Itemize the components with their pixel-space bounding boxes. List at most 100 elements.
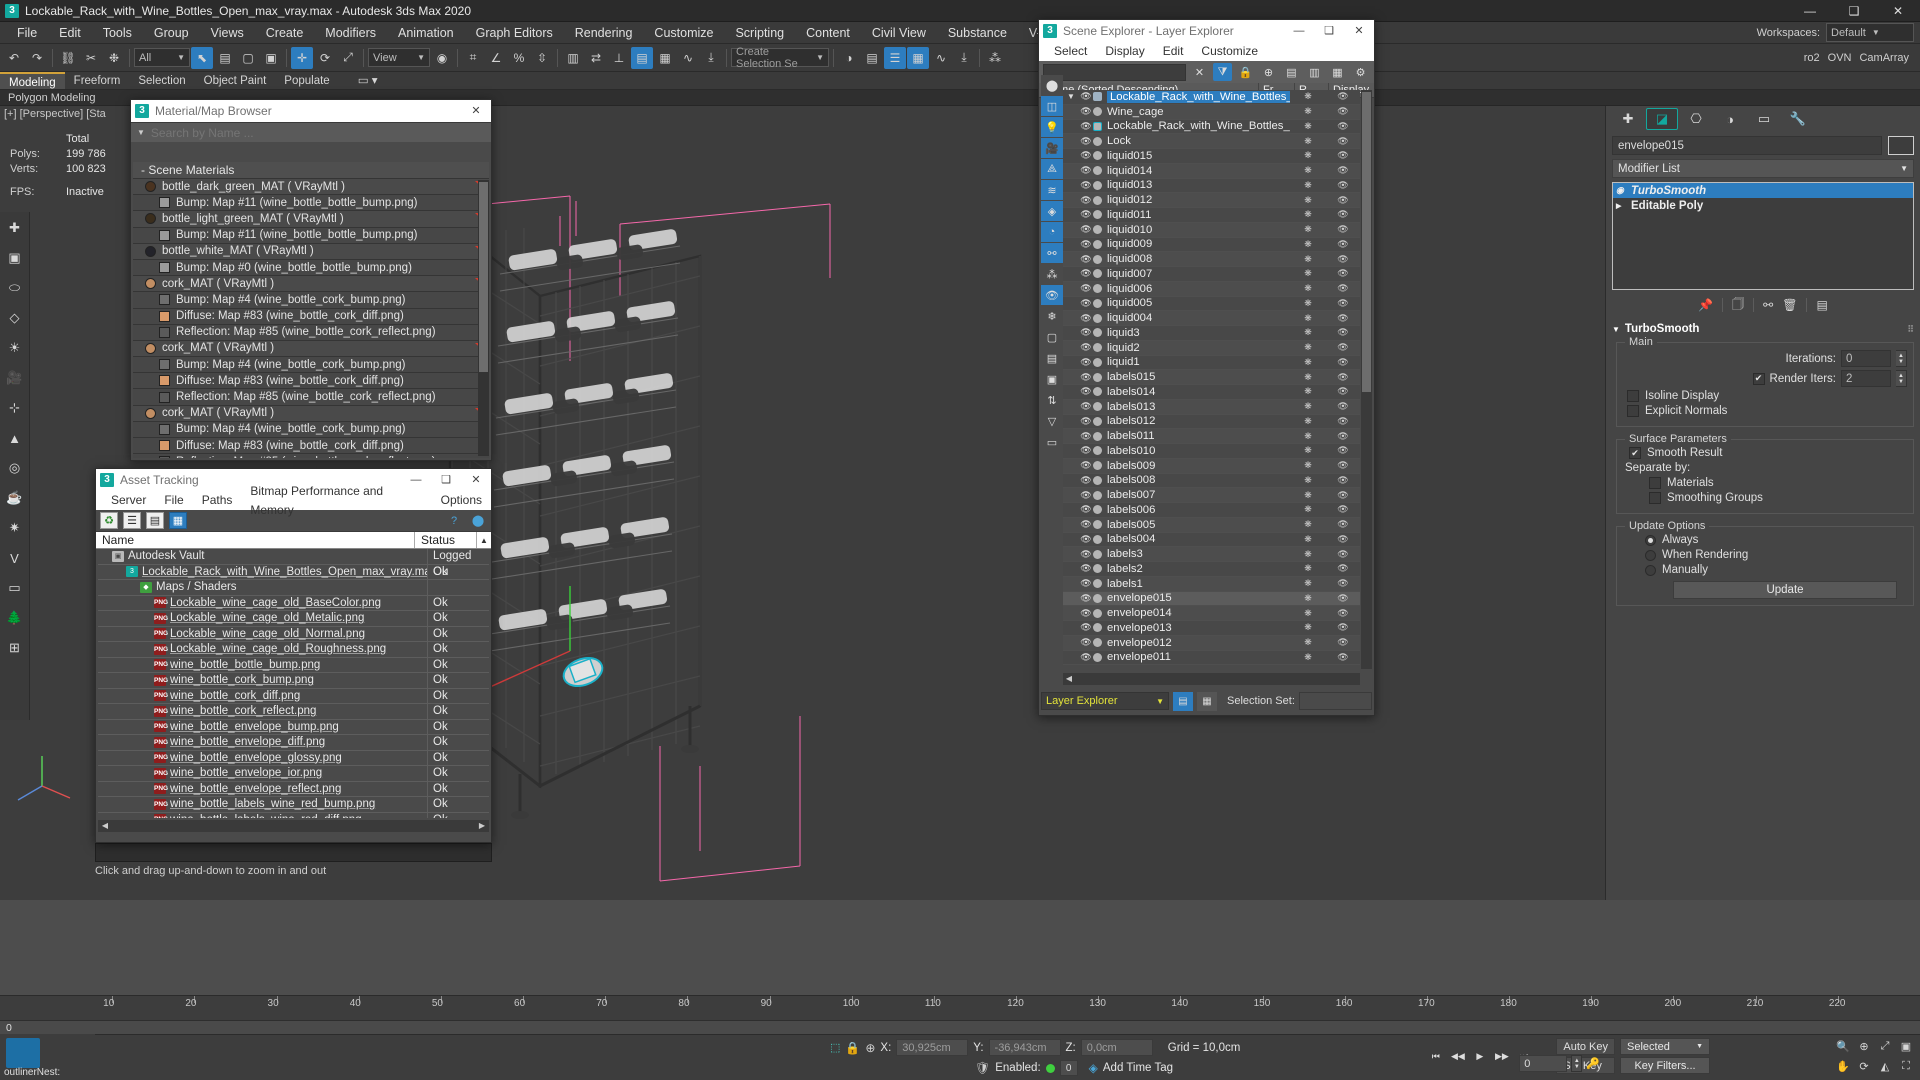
track-bar[interactable]: 0 bbox=[0, 1020, 1920, 1034]
curve-editor-icon[interactable]: ∿ bbox=[677, 47, 699, 69]
render-iters-stepper[interactable]: ▲▼ bbox=[1896, 370, 1907, 387]
scene-converter-icon[interactable]: ⁂ bbox=[984, 47, 1006, 69]
filter-icon[interactable]: ⧩ bbox=[1213, 63, 1232, 81]
timeline-ruler[interactable]: 1020304050607080901001101201301401501601… bbox=[0, 995, 1920, 1020]
render-toggle-icon[interactable]: 👁 bbox=[1326, 386, 1360, 397]
visibility-eye-icon[interactable]: 👁 bbox=[1079, 342, 1093, 353]
frozen-toggle-icon[interactable]: ❋ bbox=[1290, 372, 1326, 383]
layer-properties-icon[interactable]: ▦ bbox=[1197, 692, 1217, 711]
scene-menu-edit[interactable]: Edit bbox=[1154, 42, 1193, 61]
scene-explorer-row[interactable]: 👁labels013❋👁 bbox=[1063, 400, 1360, 415]
table-row[interactable]: PNGwine_bottle_labels_wine_red_bump.pngO… bbox=[98, 797, 489, 813]
map-row[interactable]: Reflection: Map #85 (wine_bottle_cork_re… bbox=[133, 389, 489, 405]
frozen-toggle-icon[interactable]: ❋ bbox=[1290, 504, 1326, 515]
create-panel-icon[interactable]: ✚ bbox=[3, 216, 27, 240]
frozen-toggle-icon[interactable]: ❋ bbox=[1290, 357, 1326, 368]
lock-selection-icon[interactable]: 🔒 bbox=[845, 1041, 860, 1055]
cylinder-icon[interactable]: ⬭ bbox=[3, 276, 27, 300]
column-header-name[interactable]: Name bbox=[96, 532, 415, 548]
scene-explorer-row[interactable]: 👁Wine_cage❋👁 bbox=[1063, 105, 1360, 120]
asset-tracking-hscrollbar[interactable]: ◀ ▶ bbox=[98, 820, 489, 832]
frozen-toggle-icon[interactable]: ❋ bbox=[1290, 150, 1326, 161]
visibility-eye-icon[interactable]: 👁 bbox=[1079, 622, 1093, 633]
map-row[interactable]: Bump: Map #11 (wine_bottle_bottle_bump.p… bbox=[133, 228, 489, 244]
render-frame-window-icon[interactable]: ☰ bbox=[884, 47, 906, 69]
frozen-toggle-icon[interactable]: ❋ bbox=[1290, 224, 1326, 235]
map-row[interactable]: Bump: Map #0 (wine_bottle_bottle_bump.pn… bbox=[133, 260, 489, 276]
field-of-view-icon[interactable]: ◭ bbox=[1875, 1057, 1895, 1076]
table-row[interactable]: PNGwine_bottle_envelope_bump.pngOk bbox=[98, 720, 489, 736]
menu-item-modifiers[interactable]: Modifiers bbox=[314, 22, 387, 44]
map-row[interactable]: Reflection: Map #85 (wine_bottle_cork_re… bbox=[133, 325, 489, 341]
render-toggle-icon[interactable]: 👁 bbox=[1326, 622, 1360, 633]
modifier-stack[interactable]: ◉ TurboSmooth ▶ Editable Poly bbox=[1612, 182, 1914, 290]
activeshade-icon[interactable]: ⤓ bbox=[953, 47, 975, 69]
modifier-stack-item-turbosmooth[interactable]: ◉ TurboSmooth bbox=[1613, 183, 1913, 198]
visibility-eye-icon[interactable]: 👁 bbox=[1079, 416, 1093, 427]
tree-view-icon[interactable]: ▤ bbox=[146, 512, 164, 529]
show-end-result-icon[interactable]: 🗍 bbox=[1732, 295, 1744, 316]
zoom-all-icon[interactable]: ⊕ bbox=[1854, 1037, 1874, 1056]
table-row[interactable]: PNGwine_bottle_envelope_ior.pngOk bbox=[98, 766, 489, 782]
visibility-eye-icon[interactable]: 👁 bbox=[1079, 195, 1093, 206]
column-scroll-up-icon[interactable]: ▲ bbox=[477, 532, 491, 548]
visibility-eye-icon[interactable]: 👁 bbox=[1079, 283, 1093, 294]
render-toggle-icon[interactable]: 👁 bbox=[1326, 431, 1360, 442]
filter-layer-icon[interactable]: ▣ bbox=[1041, 369, 1063, 389]
visibility-eye-icon[interactable]: 👁 bbox=[1079, 519, 1093, 530]
menu-item-content[interactable]: Content bbox=[795, 22, 861, 44]
asset-tracking-status-field[interactable] bbox=[95, 843, 492, 862]
visibility-eye-icon[interactable]: 👁 bbox=[1079, 357, 1093, 368]
rollup-header-turbosmooth[interactable]: ▼ TurboSmooth ⠿ bbox=[1612, 321, 1914, 337]
frozen-toggle-icon[interactable]: ❋ bbox=[1290, 401, 1326, 412]
x-coordinate-field[interactable]: 30,925cm bbox=[896, 1039, 968, 1056]
unlink-icon[interactable]: ✂ bbox=[80, 47, 102, 69]
zoom-region-icon[interactable]: ▣ bbox=[1896, 1037, 1916, 1056]
visibility-eye-icon[interactable]: 👁 bbox=[1079, 637, 1093, 648]
schematic-view-icon[interactable]: ⤓ bbox=[700, 47, 722, 69]
layer-stack-icon[interactable]: ▤ bbox=[1282, 63, 1301, 81]
make-unique-icon[interactable]: ⚯ bbox=[1763, 298, 1773, 312]
table-row[interactable]: PNGLockable_wine_cage_old_Normal.pngOk bbox=[98, 627, 489, 643]
visibility-eye-icon[interactable]: 👁 bbox=[1079, 578, 1093, 589]
update-when-rendering-row[interactable]: When Rendering bbox=[1645, 549, 1907, 561]
frame-ruler[interactable]: 1020304050607080901001101201301401501601… bbox=[30, 996, 1920, 1012]
selection-filter-dropdown[interactable]: All▼ bbox=[134, 48, 190, 67]
scene-explorer-row[interactable]: 👁labels1❋👁 bbox=[1063, 577, 1360, 592]
scene-explorer-list[interactable]: ▼👁Lockable_Rack_with_Wine_Bottles_Open❋👁… bbox=[1063, 90, 1360, 669]
select-and-scale-icon[interactable]: ⤢ bbox=[337, 47, 359, 69]
asset-menu-server[interactable]: Server bbox=[102, 491, 155, 510]
helpers-icon[interactable]: ⊹ bbox=[3, 396, 27, 420]
material-row[interactable]: bottle_light_green_MAT ( VRayMtl ) bbox=[133, 211, 489, 227]
scene-explorer-row[interactable]: 👁labels007❋👁 bbox=[1063, 488, 1360, 503]
render-toggle-icon[interactable]: 👁 bbox=[1326, 593, 1360, 604]
frozen-toggle-icon[interactable]: ❋ bbox=[1290, 416, 1326, 427]
update-when-rendering-radio[interactable] bbox=[1645, 550, 1656, 561]
visibility-eye-icon[interactable]: 👁 bbox=[1079, 652, 1093, 663]
grid-view-icon[interactable]: ▦ bbox=[169, 512, 187, 529]
render-toggle-icon[interactable]: 👁 bbox=[1326, 313, 1360, 324]
scene-explorer-row[interactable]: 👁labels009❋👁 bbox=[1063, 459, 1360, 474]
frozen-toggle-icon[interactable]: ❋ bbox=[1290, 549, 1326, 560]
scene-explorer-row[interactable]: 👁envelope012❋👁 bbox=[1063, 636, 1360, 651]
filter-visibility-icon[interactable]: 👁 bbox=[1041, 285, 1063, 305]
render-toggle-icon[interactable]: 👁 bbox=[1326, 549, 1360, 560]
scene-explorer-row[interactable]: 👁liquid012❋👁 bbox=[1063, 193, 1360, 208]
key-mode-toggle-icon[interactable]: 🔑 bbox=[1586, 1057, 1600, 1070]
frozen-toggle-icon[interactable]: ❋ bbox=[1290, 195, 1326, 206]
update-always-row[interactable]: Always bbox=[1645, 534, 1907, 546]
isoline-display-checkbox[interactable] bbox=[1627, 390, 1639, 402]
frozen-toggle-icon[interactable]: ❋ bbox=[1290, 622, 1326, 633]
table-row[interactable]: PNGwine_bottle_envelope_reflect.pngOk bbox=[98, 782, 489, 798]
map-row[interactable]: Bump: Map #4 (wine_bottle_cork_bump.png) bbox=[133, 357, 489, 373]
render-toggle-icon[interactable]: 👁 bbox=[1326, 165, 1360, 176]
undo-icon[interactable]: ↶ bbox=[3, 47, 25, 69]
previous-frame-icon[interactable]: ◀◀ bbox=[1449, 1048, 1466, 1065]
render-toggle-icon[interactable]: 👁 bbox=[1326, 195, 1360, 206]
material-search-input[interactable] bbox=[151, 126, 491, 140]
visibility-eye-icon[interactable]: 👁 bbox=[1079, 106, 1093, 117]
render-toggle-icon[interactable]: 👁 bbox=[1326, 91, 1360, 102]
asset-tracking-close-button[interactable]: ✕ bbox=[461, 469, 491, 491]
scene-explorer-row[interactable]: 👁liquid007❋👁 bbox=[1063, 267, 1360, 282]
scene-explorer-row[interactable]: 👁envelope014❋👁 bbox=[1063, 606, 1360, 621]
